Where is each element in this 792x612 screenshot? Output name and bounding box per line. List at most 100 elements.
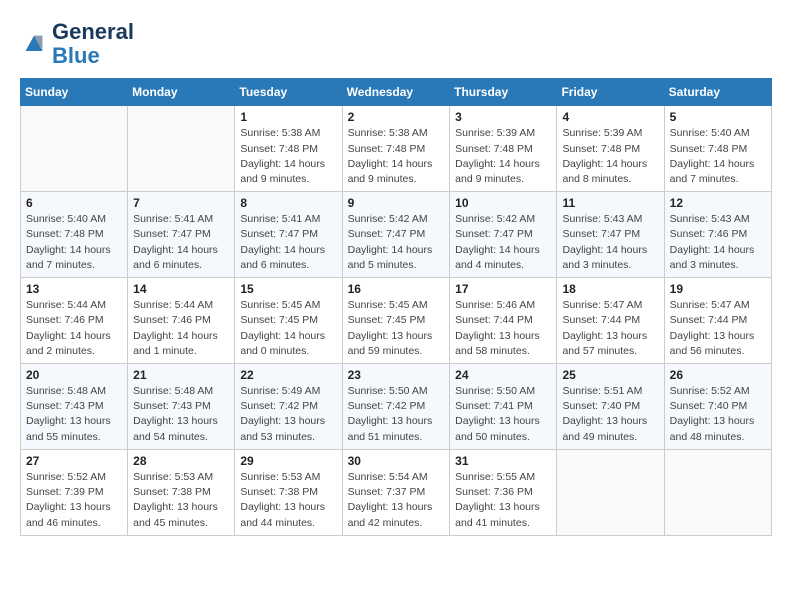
day-number: 3 xyxy=(455,110,551,124)
day-number: 21 xyxy=(133,368,229,382)
day-info: Sunrise: 5:52 AM Sunset: 7:40 PM Dayligh… xyxy=(670,384,766,445)
day-number: 13 xyxy=(26,282,122,296)
day-number: 5 xyxy=(670,110,766,124)
calendar-table: SundayMondayTuesdayWednesdayThursdayFrid… xyxy=(20,78,772,535)
calendar-cell: 21 Sunrise: 5:48 AM Sunset: 7:43 PM Dayli… xyxy=(128,364,235,450)
calendar-cell: 31Sunrise: 5:55 AM Sunset: 7:36 PM Dayli… xyxy=(450,449,557,535)
day-info: Sunrise: 5:53 AM Sunset: 7:38 PM Dayligh… xyxy=(133,470,229,531)
day-info: Sunrise: 5:53 AM Sunset: 7:38 PM Dayligh… xyxy=(240,470,336,531)
calendar-cell: 27 Sunrise: 5:52 AM Sunset: 7:39 PM Dayli… xyxy=(21,449,128,535)
calendar-header-saturday: Saturday xyxy=(664,79,771,106)
day-info: Sunrise: 5:49 AM Sunset: 7:42 PM Dayligh… xyxy=(240,384,336,445)
calendar-cell: 4 Sunrise: 5:39 AM Sunset: 7:48 PM Daylig… xyxy=(557,106,664,192)
calendar-cell: 9 Sunrise: 5:42 AM Sunset: 7:47 PM Daylig… xyxy=(342,192,450,278)
day-info: Sunrise: 5:47 AM Sunset: 7:44 PM Dayligh… xyxy=(670,298,766,359)
calendar-cell: 20 Sunrise: 5:48 AM Sunset: 7:43 PM Dayli… xyxy=(21,364,128,450)
day-info: Sunrise: 5:52 AM Sunset: 7:39 PM Dayligh… xyxy=(26,470,122,531)
day-info: Sunrise: 5:47 AM Sunset: 7:44 PM Dayligh… xyxy=(562,298,658,359)
calendar-week-row: 13 Sunrise: 5:44 AM Sunset: 7:46 PM Dayli… xyxy=(21,278,772,364)
day-number: 14 xyxy=(133,282,229,296)
calendar-header-tuesday: Tuesday xyxy=(235,79,342,106)
calendar-cell: 10 Sunrise: 5:42 AM Sunset: 7:47 PM Dayli… xyxy=(450,192,557,278)
calendar-cell: 12 Sunrise: 5:43 AM Sunset: 7:46 PM Dayli… xyxy=(664,192,771,278)
calendar-cell: 11 Sunrise: 5:43 AM Sunset: 7:47 PM Dayli… xyxy=(557,192,664,278)
day-number: 16 xyxy=(348,282,445,296)
day-number: 11 xyxy=(562,196,658,210)
day-number: 20 xyxy=(26,368,122,382)
day-info: Sunrise: 5:44 AM Sunset: 7:46 PM Dayligh… xyxy=(133,298,229,359)
calendar-cell xyxy=(21,106,128,192)
day-number: 8 xyxy=(240,196,336,210)
day-info: Sunrise: 5:40 AM Sunset: 7:48 PM Dayligh… xyxy=(670,126,766,187)
day-info: Sunrise: 5:40 AM Sunset: 7:48 PM Dayligh… xyxy=(26,212,122,273)
calendar-cell: 6 Sunrise: 5:40 AM Sunset: 7:48 PM Daylig… xyxy=(21,192,128,278)
day-number: 12 xyxy=(670,196,766,210)
calendar-cell: 15Sunrise: 5:45 AM Sunset: 7:45 PM Dayli… xyxy=(235,278,342,364)
day-info: Sunrise: 5:39 AM Sunset: 7:48 PM Dayligh… xyxy=(562,126,658,187)
calendar-cell xyxy=(128,106,235,192)
calendar-week-row: 6 Sunrise: 5:40 AM Sunset: 7:48 PM Daylig… xyxy=(21,192,772,278)
calendar-header-wednesday: Wednesday xyxy=(342,79,450,106)
day-number: 18 xyxy=(562,282,658,296)
calendar-cell: 1 Sunrise: 5:38 AM Sunset: 7:48 PM Daylig… xyxy=(235,106,342,192)
day-number: 15 xyxy=(240,282,336,296)
logo: General Blue xyxy=(20,20,134,68)
calendar-cell: 26 Sunrise: 5:52 AM Sunset: 7:40 PM Dayli… xyxy=(664,364,771,450)
logo-text: General Blue xyxy=(52,20,134,68)
day-info: Sunrise: 5:48 AM Sunset: 7:43 PM Dayligh… xyxy=(133,384,229,445)
day-info: Sunrise: 5:44 AM Sunset: 7:46 PM Dayligh… xyxy=(26,298,122,359)
day-number: 17 xyxy=(455,282,551,296)
day-info: Sunrise: 5:38 AM Sunset: 7:48 PM Dayligh… xyxy=(348,126,445,187)
day-info: Sunrise: 5:43 AM Sunset: 7:47 PM Dayligh… xyxy=(562,212,658,273)
calendar-cell: 8 Sunrise: 5:41 AM Sunset: 7:47 PM Daylig… xyxy=(235,192,342,278)
calendar-cell: 23Sunrise: 5:50 AM Sunset: 7:42 PM Dayli… xyxy=(342,364,450,450)
day-info: Sunrise: 5:51 AM Sunset: 7:40 PM Dayligh… xyxy=(562,384,658,445)
day-number: 10 xyxy=(455,196,551,210)
day-info: Sunrise: 5:39 AM Sunset: 7:48 PM Dayligh… xyxy=(455,126,551,187)
day-number: 1 xyxy=(240,110,336,124)
header: General Blue xyxy=(20,20,772,68)
calendar-header-thursday: Thursday xyxy=(450,79,557,106)
day-number: 9 xyxy=(348,196,445,210)
calendar-cell: 5 Sunrise: 5:40 AM Sunset: 7:48 PM Daylig… xyxy=(664,106,771,192)
day-number: 22 xyxy=(240,368,336,382)
calendar-cell: 3 Sunrise: 5:39 AM Sunset: 7:48 PM Daylig… xyxy=(450,106,557,192)
day-number: 7 xyxy=(133,196,229,210)
day-info: Sunrise: 5:50 AM Sunset: 7:41 PM Dayligh… xyxy=(455,384,551,445)
day-number: 26 xyxy=(670,368,766,382)
calendar-cell: 7Sunrise: 5:41 AM Sunset: 7:47 PM Daylig… xyxy=(128,192,235,278)
day-info: Sunrise: 5:48 AM Sunset: 7:43 PM Dayligh… xyxy=(26,384,122,445)
day-number: 30 xyxy=(348,454,445,468)
day-number: 28 xyxy=(133,454,229,468)
day-info: Sunrise: 5:46 AM Sunset: 7:44 PM Dayligh… xyxy=(455,298,551,359)
day-number: 25 xyxy=(562,368,658,382)
calendar-cell xyxy=(664,449,771,535)
calendar-cell: 16 Sunrise: 5:45 AM Sunset: 7:45 PM Dayli… xyxy=(342,278,450,364)
calendar-cell: 14 Sunrise: 5:44 AM Sunset: 7:46 PM Dayli… xyxy=(128,278,235,364)
day-number: 4 xyxy=(562,110,658,124)
calendar-week-row: 1 Sunrise: 5:38 AM Sunset: 7:48 PM Daylig… xyxy=(21,106,772,192)
calendar-cell: 18 Sunrise: 5:47 AM Sunset: 7:44 PM Dayli… xyxy=(557,278,664,364)
logo-icon xyxy=(20,30,48,58)
day-number: 24 xyxy=(455,368,551,382)
day-info: Sunrise: 5:43 AM Sunset: 7:46 PM Dayligh… xyxy=(670,212,766,273)
calendar-cell: 25 Sunrise: 5:51 AM Sunset: 7:40 PM Dayli… xyxy=(557,364,664,450)
calendar-header-row: SundayMondayTuesdayWednesdayThursdayFrid… xyxy=(21,79,772,106)
day-info: Sunrise: 5:54 AM Sunset: 7:37 PM Dayligh… xyxy=(348,470,445,531)
calendar-cell: 29Sunrise: 5:53 AM Sunset: 7:38 PM Dayli… xyxy=(235,449,342,535)
day-number: 31 xyxy=(455,454,551,468)
day-info: Sunrise: 5:41 AM Sunset: 7:47 PM Dayligh… xyxy=(240,212,336,273)
calendar-cell: 24 Sunrise: 5:50 AM Sunset: 7:41 PM Dayli… xyxy=(450,364,557,450)
day-info: Sunrise: 5:50 AM Sunset: 7:42 PM Dayligh… xyxy=(348,384,445,445)
day-number: 2 xyxy=(348,110,445,124)
calendar-cell: 30 Sunrise: 5:54 AM Sunset: 7:37 PM Dayli… xyxy=(342,449,450,535)
day-info: Sunrise: 5:38 AM Sunset: 7:48 PM Dayligh… xyxy=(240,126,336,187)
day-number: 27 xyxy=(26,454,122,468)
day-info: Sunrise: 5:42 AM Sunset: 7:47 PM Dayligh… xyxy=(348,212,445,273)
calendar-header-sunday: Sunday xyxy=(21,79,128,106)
day-info: Sunrise: 5:42 AM Sunset: 7:47 PM Dayligh… xyxy=(455,212,551,273)
day-info: Sunrise: 5:45 AM Sunset: 7:45 PM Dayligh… xyxy=(348,298,445,359)
day-number: 6 xyxy=(26,196,122,210)
day-number: 19 xyxy=(670,282,766,296)
calendar-header-friday: Friday xyxy=(557,79,664,106)
